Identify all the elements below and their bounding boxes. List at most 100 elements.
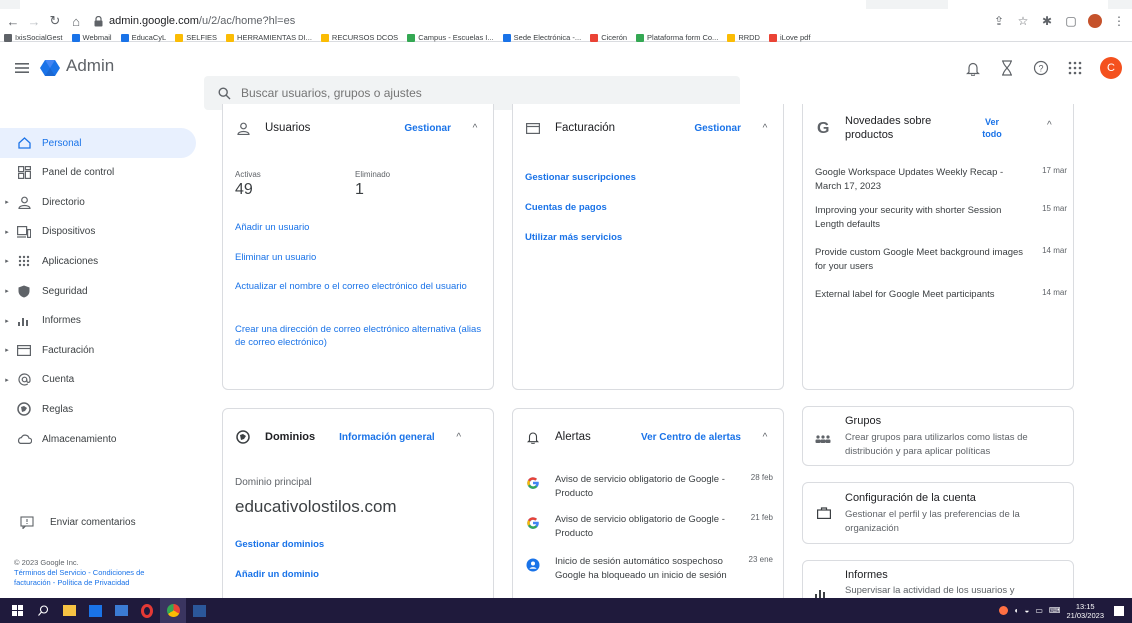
- sidebar-item-reglas[interactable]: Reglas: [0, 394, 196, 424]
- news-item[interactable]: Improving your security with shorter Ses…: [815, 204, 1067, 232]
- notifications-bell-icon[interactable]: [964, 59, 982, 77]
- sidebar-item-aplicaciones[interactable]: ▸ Aplicaciones: [0, 246, 196, 276]
- collapse-icon[interactable]: ^: [1047, 120, 1052, 131]
- manage-billing-link[interactable]: Gestionar: [694, 123, 741, 134]
- expand-arrow-icon[interactable]: ▸: [0, 287, 14, 295]
- star-icon[interactable]: ☆: [1016, 14, 1030, 28]
- sidebar-item-informes[interactable]: ▸ Informes: [0, 306, 196, 336]
- expand-arrow-icon[interactable]: ▸: [0, 257, 14, 265]
- hourglass-icon[interactable]: [998, 59, 1016, 77]
- collapse-icon[interactable]: ^: [759, 432, 771, 443]
- bookmark-item[interactable]: HERRAMIENTAS DI...: [226, 33, 312, 42]
- battery-icon[interactable]: ▭: [1035, 606, 1043, 615]
- collapse-icon[interactable]: ^: [453, 432, 465, 443]
- news-item[interactable]: External label for Google Meet participa…: [815, 288, 1067, 302]
- news-item[interactable]: Google Workspace Updates Weekly Recap - …: [815, 166, 1067, 194]
- footer-links-line1[interactable]: Términos del Servicio - Condiciones de: [14, 568, 144, 578]
- bookmark-item[interactable]: Plataforma form Co...: [636, 33, 718, 42]
- bookmark-item[interactable]: RECURSOS DCOS: [320, 33, 398, 42]
- alert-item[interactable]: Aviso de servicio obligatorio de Google …: [525, 473, 773, 501]
- sidebar-item-facturacion[interactable]: ▸ Facturación: [0, 335, 196, 365]
- admin-logo-icon[interactable]: [40, 58, 60, 78]
- view-all-news-link[interactable]: Ver todo: [975, 116, 1009, 140]
- bookmark-item[interactable]: Sede Electrónica -...: [502, 33, 581, 42]
- delete-user-link[interactable]: Eliminar un usuario: [235, 252, 316, 263]
- manage-subscriptions-link[interactable]: Gestionar suscripciones: [525, 172, 636, 183]
- app-title[interactable]: Admin: [66, 56, 114, 76]
- sidebar-item-dispositivos[interactable]: ▸ Dispositivos: [0, 217, 196, 247]
- account-settings-card[interactable]: Configuración de la cuenta Gestionar el …: [802, 482, 1074, 544]
- notification-center-icon[interactable]: [1114, 605, 1124, 616]
- expand-arrow-icon[interactable]: ▸: [0, 198, 14, 206]
- outlook-icon[interactable]: [82, 598, 108, 623]
- collapse-icon[interactable]: ^: [469, 123, 481, 134]
- expand-arrow-icon[interactable]: ▸: [0, 346, 14, 354]
- forward-icon[interactable]: →: [26, 13, 42, 29]
- windows-start-icon[interactable]: [4, 598, 30, 623]
- bookmark-item[interactable]: Campus - Escuelas I...: [407, 33, 494, 42]
- sidebar-item-cuenta[interactable]: ▸ Cuenta: [0, 365, 196, 395]
- browser-menu-icon[interactable]: ⋮: [1112, 14, 1126, 28]
- manage-users-link[interactable]: Gestionar: [404, 123, 451, 134]
- sidebar-item-personal[interactable]: Personal: [0, 128, 196, 158]
- opera-icon[interactable]: [134, 598, 160, 623]
- main-menu-icon[interactable]: [14, 60, 30, 76]
- add-domain-link[interactable]: Añadir un dominio: [235, 569, 319, 580]
- browser-tab[interactable]: [20, 0, 866, 9]
- news-item[interactable]: Provide custom Google Meet background im…: [815, 246, 1067, 274]
- avatar[interactable]: C: [1100, 57, 1122, 79]
- expand-arrow-icon[interactable]: ▸: [0, 317, 14, 325]
- add-user-link[interactable]: Añadir un usuario: [235, 222, 309, 233]
- browser-tab[interactable]: [948, 0, 1108, 9]
- groups-card[interactable]: Grupos Crear grupos para utilizarlos com…: [802, 406, 1074, 466]
- alert-item[interactable]: Aviso de servicio obligatorio de Google …: [525, 513, 773, 541]
- expand-arrow-icon[interactable]: ▸: [0, 228, 14, 236]
- feedback-link[interactable]: Enviar comentarios: [20, 516, 136, 529]
- bookmark-item[interactable]: RRDD: [727, 33, 760, 42]
- sidebar-item-directorio[interactable]: ▸ Directorio: [0, 187, 196, 217]
- bookmark-item[interactable]: IxisSocialGest: [4, 33, 63, 42]
- create-alias-link[interactable]: Crear una dirección de correo electrónic…: [235, 323, 485, 349]
- reload-icon[interactable]: ↻: [47, 13, 63, 29]
- bookmark-item[interactable]: SELFIES: [175, 33, 217, 42]
- manage-domains-link[interactable]: Gestionar dominios: [235, 539, 324, 550]
- sidebar-item-seguridad[interactable]: ▸ Seguridad: [0, 276, 196, 306]
- file-explorer-icon[interactable]: [56, 598, 82, 623]
- clock[interactable]: 13:15 21/03/2023: [1066, 602, 1104, 620]
- bookmark-item[interactable]: Cicerón: [590, 33, 627, 42]
- deleted-users-stat[interactable]: Eliminado 1: [355, 170, 390, 199]
- home-browser-icon[interactable]: ⌂: [68, 13, 84, 29]
- domains-overview-link[interactable]: Información general: [339, 432, 435, 443]
- search-input[interactable]: [241, 86, 681, 100]
- sidepanel-icon[interactable]: ▢: [1064, 14, 1078, 28]
- word-icon[interactable]: [186, 598, 212, 623]
- help-icon[interactable]: ?: [1032, 59, 1050, 77]
- update-user-link[interactable]: Actualizar el nombre o el correo electró…: [235, 280, 485, 293]
- alert-center-link[interactable]: Ver Centro de alertas: [641, 432, 741, 443]
- footer-links-line2[interactable]: facturación - Política de Privacidad: [14, 578, 144, 588]
- app-window-icon[interactable]: [108, 598, 134, 623]
- more-services-link[interactable]: Utilizar más servicios: [525, 232, 622, 243]
- taskbar-search-icon[interactable]: [30, 598, 56, 623]
- active-users-stat[interactable]: Activas 49: [235, 170, 261, 199]
- keyboard-icon[interactable]: ⌨: [1049, 606, 1061, 615]
- volume-icon[interactable]: ◖: [1014, 606, 1019, 615]
- extensions-icon[interactable]: ✱: [1040, 14, 1054, 28]
- sidebar-item-panel-de-control[interactable]: Panel de control: [0, 158, 196, 188]
- bookmark-item[interactable]: Webmail: [71, 33, 112, 42]
- sidebar-item-almacenamiento[interactable]: Almacenamiento: [0, 424, 196, 454]
- expand-arrow-icon[interactable]: ▸: [0, 376, 14, 384]
- chrome-taskbar-icon[interactable]: [160, 598, 186, 623]
- bookmark-item[interactable]: iLove pdf: [768, 33, 810, 42]
- back-icon[interactable]: ←: [5, 13, 21, 29]
- share-icon[interactable]: ⇪: [992, 14, 1006, 28]
- address-bar[interactable]: admin.google.com/u/2/ac/home?hl=es: [92, 11, 972, 31]
- network-icon[interactable]: ◒: [1025, 606, 1030, 615]
- payment-accounts-link[interactable]: Cuentas de pagos: [525, 202, 607, 213]
- collapse-icon[interactable]: ^: [759, 123, 771, 134]
- alert-item[interactable]: Inicio de sesión automático sospechoso Go…: [525, 555, 773, 583]
- apps-grid-icon[interactable]: [1066, 59, 1084, 77]
- bookmark-item[interactable]: EducaCyL: [120, 33, 166, 42]
- tray-app-icon[interactable]: [998, 606, 1008, 615]
- browser-profile-icon[interactable]: [1088, 14, 1102, 28]
